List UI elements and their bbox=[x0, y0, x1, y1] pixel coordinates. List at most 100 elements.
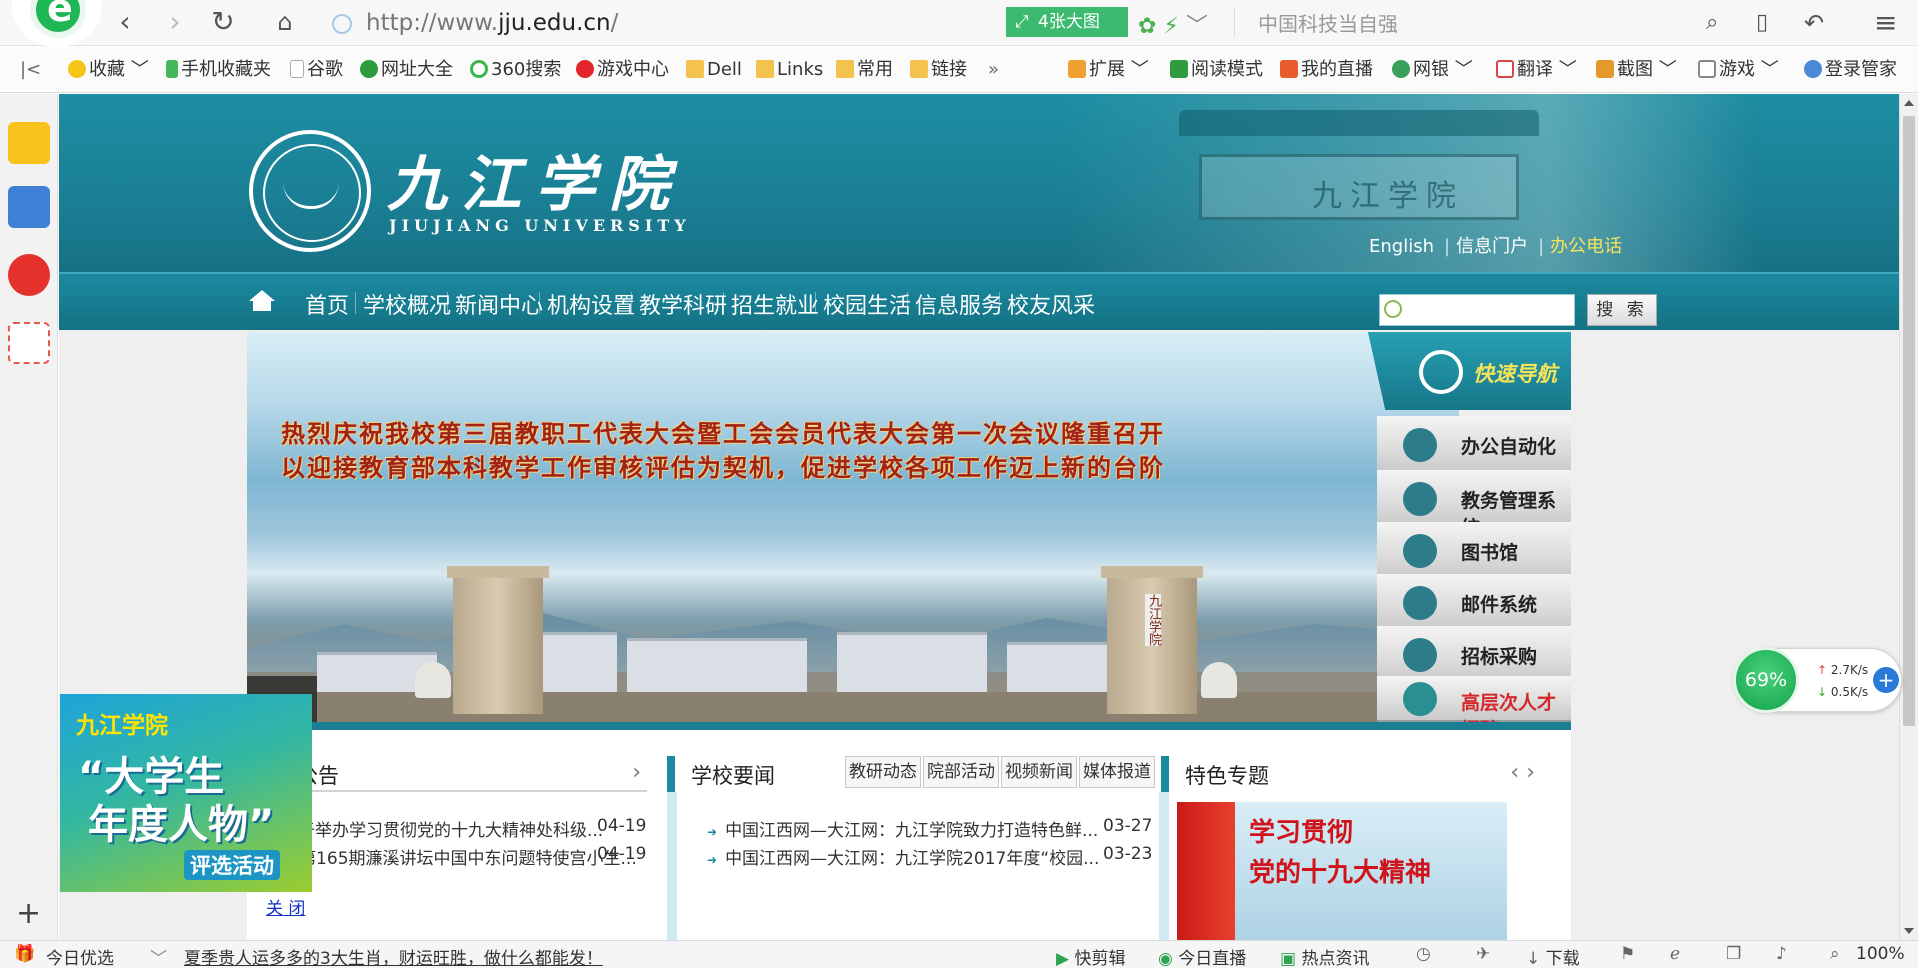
tab-department-activity[interactable]: 院部活动 bbox=[923, 756, 999, 788]
fav-google[interactable]: 谷歌 bbox=[290, 57, 343, 83]
home-icon[interactable]: ⌂ bbox=[268, 6, 302, 40]
today-pick-label[interactable]: 今日优选 bbox=[46, 944, 114, 968]
browser-search-input[interactable]: 中国科技当自强 bbox=[1258, 8, 1398, 37]
nav-research[interactable]: 教学科研 bbox=[639, 288, 727, 320]
ext-login-manager[interactable]: 登录管家 bbox=[1804, 57, 1897, 83]
add-sidebar-icon[interactable]: + bbox=[16, 896, 41, 931]
user-gear-icon bbox=[1403, 482, 1437, 516]
sound-icon[interactable]: ♪ bbox=[1776, 944, 1787, 964]
undo-icon[interactable]: ↶ bbox=[1804, 6, 1824, 40]
fav-collect[interactable]: 收藏 ﹀ bbox=[68, 57, 149, 83]
school-news-item-2[interactable]: ➜ 中国江西网—大江网：九江学院2017年度“校园... bbox=[707, 844, 1099, 869]
ext-screenshot[interactable]: 截图 ﹀ bbox=[1596, 57, 1677, 83]
quick-nav-library[interactable]: 图书馆 bbox=[1377, 522, 1571, 580]
chevron-down-icon[interactable]: ﹀ bbox=[150, 944, 167, 968]
more-favorites-icon[interactable]: » bbox=[988, 57, 999, 83]
weibo-icon[interactable] bbox=[8, 254, 50, 296]
quick-nav-talent-recruit[interactable]: 高层次人才招聘 bbox=[1377, 676, 1571, 741]
site-search-button[interactable]: 搜 索 bbox=[1587, 294, 1657, 326]
feature-topic-image[interactable]: 学习贯彻 党的十九大精神 bbox=[1177, 802, 1507, 940]
fav-link[interactable]: 链接 bbox=[910, 57, 967, 83]
nav-news-center[interactable]: 新闻中心 bbox=[455, 288, 543, 320]
360-icon bbox=[470, 60, 488, 78]
download-button[interactable]: ↓ 下载 bbox=[1526, 944, 1580, 968]
scroll-up-icon[interactable] bbox=[1904, 100, 1914, 106]
quick-nav-academic-system[interactable]: 教务管理系统 bbox=[1377, 470, 1571, 539]
nav-alumni[interactable]: 校友风采 bbox=[1007, 288, 1095, 320]
address-extra-icons[interactable]: ✿ ⚡ ﹀ bbox=[1138, 8, 1208, 40]
back-icon[interactable]: ‹ bbox=[108, 6, 142, 40]
feature-nav-arrows[interactable]: ‹ › bbox=[1510, 760, 1535, 785]
collapse-sidebar-icon[interactable]: |< bbox=[20, 57, 41, 83]
tab-video-news[interactable]: 视频新闻 bbox=[1001, 756, 1077, 788]
browser-logo-icon[interactable] bbox=[12, 0, 102, 46]
english-link[interactable]: English bbox=[1369, 236, 1434, 257]
notice-item-2[interactable]: ➜第165期濂溪讲坛中国中东问题特使宫小生... bbox=[281, 844, 637, 869]
speed-boost-icon[interactable]: + bbox=[1873, 667, 1899, 693]
speed-up-icon[interactable]: ◷ bbox=[1416, 944, 1431, 964]
scroll-thumb[interactable] bbox=[1903, 116, 1915, 726]
ext-extensions[interactable]: 扩展 ﹀ bbox=[1068, 57, 1149, 83]
flag-icon[interactable]: ⚑ bbox=[1620, 944, 1635, 964]
url-text[interactable]: http://www.jju.edu.cn/ bbox=[366, 10, 618, 36]
favorites-star-icon[interactable] bbox=[8, 122, 50, 164]
quick-cut-button[interactable]: ▶ 快剪辑 bbox=[1056, 944, 1125, 968]
search-icon[interactable]: ⌕ bbox=[1706, 6, 1718, 40]
fav-360-search[interactable]: 360搜索 bbox=[470, 57, 561, 83]
tab-media-report[interactable]: 媒体报道 bbox=[1079, 756, 1155, 788]
reload-icon[interactable]: ↻ bbox=[206, 6, 240, 40]
news-panel-icon[interactable] bbox=[8, 186, 50, 228]
nav-campus-life[interactable]: 校园生活 bbox=[823, 288, 911, 320]
ie-icon[interactable]: ℯ bbox=[1670, 944, 1680, 964]
home-icon[interactable] bbox=[249, 290, 275, 312]
fav-mobile[interactable]: 手机收藏夹 bbox=[166, 57, 271, 83]
nav-info-service[interactable]: 信息服务 bbox=[915, 288, 1003, 320]
school-news-item-1[interactable]: ➜ 中国江西网—大江网：九江学院致力打造特色鲜... bbox=[707, 816, 1098, 841]
pin-icon[interactable]: ✈ bbox=[1476, 944, 1490, 964]
mail-icon[interactable] bbox=[8, 322, 50, 364]
status-headline-link[interactable]: 夏季贵人运多多的3大生肖，财运旺胜，做什么都能发！ bbox=[184, 944, 603, 968]
quick-nav-header: 快速导航 bbox=[1367, 332, 1571, 410]
ext-games[interactable]: 游戏 ﹀ bbox=[1698, 57, 1779, 83]
zoom-icon[interactable]: ⌕ bbox=[1830, 944, 1840, 964]
nav-admission[interactable]: 招生就业 bbox=[731, 288, 819, 320]
window-icon[interactable]: ❐ bbox=[1726, 944, 1741, 964]
speed-widget[interactable]: 69% ↑ 2.7K/s ↓ 0.5K/s + bbox=[1733, 647, 1902, 713]
info-portal-link[interactable]: 信息门户 bbox=[1456, 236, 1528, 257]
big-picture-button[interactable]: ⤢ 4张大图 bbox=[1006, 7, 1128, 37]
nav-about[interactable]: 学校概况 bbox=[363, 288, 451, 320]
site-search-input[interactable] bbox=[1379, 294, 1575, 326]
phone-icon[interactable]: ▯ bbox=[1756, 6, 1768, 40]
fav-common[interactable]: 常用 bbox=[836, 57, 893, 83]
notice-more-icon[interactable]: › bbox=[632, 760, 641, 785]
ext-online-bank[interactable]: 网银 ﹀ bbox=[1392, 57, 1473, 83]
university-name-cn[interactable]: 九江学院 bbox=[387, 136, 683, 223]
live-button[interactable]: ◉ 今日直播 bbox=[1158, 944, 1246, 968]
tab-research-news[interactable]: 教研动态 bbox=[845, 756, 921, 788]
hero-banner[interactable]: 九江学院 热烈庆祝我校第三届教职工代表大会暨工会会员代表大会第一次会议隆重召开 … bbox=[247, 332, 1459, 722]
ext-my-live[interactable]: 我的直播 bbox=[1280, 57, 1373, 83]
university-emblem-icon[interactable] bbox=[249, 130, 371, 252]
fav-game-center[interactable]: 游戏中心 bbox=[576, 57, 669, 83]
fav-links[interactable]: Links bbox=[756, 57, 823, 83]
menu-icon[interactable]: ≡ bbox=[1874, 6, 1897, 40]
memory-percent[interactable]: 69% bbox=[1733, 647, 1799, 713]
quick-nav-mail[interactable]: 邮件系统 bbox=[1377, 574, 1571, 632]
forward-icon[interactable]: › bbox=[158, 6, 192, 40]
fav-url-hub[interactable]: 网址大全 bbox=[360, 57, 453, 83]
nav-home[interactable]: 首页 bbox=[305, 288, 349, 320]
fav-dell[interactable]: Dell bbox=[686, 57, 742, 83]
nav-divider bbox=[815, 292, 816, 314]
quick-nav-office-automation[interactable]: 办公自动化 bbox=[1377, 416, 1571, 474]
hot-news-button[interactable]: ▣ 热点资讯 bbox=[1280, 944, 1369, 968]
page-scrollbar[interactable] bbox=[1899, 94, 1918, 940]
notice-item-1[interactable]: 关于举办学习贯彻党的十九大精神处科级... bbox=[281, 816, 603, 841]
floating-popup-ad[interactable]: 九江学院 “大学生 年度人物” 评选活动 bbox=[60, 694, 312, 892]
office-phone-link[interactable]: 办公电话 bbox=[1550, 236, 1622, 257]
zoom-level[interactable]: 100% bbox=[1856, 944, 1905, 964]
ext-translate[interactable]: 翻译 ﹀ bbox=[1496, 57, 1577, 83]
nav-departments[interactable]: 机构设置 bbox=[547, 288, 635, 320]
ext-reading-mode[interactable]: 阅读模式 bbox=[1170, 57, 1263, 83]
popup-close-link[interactable]: 关 闭 bbox=[266, 894, 305, 919]
scroll-down-icon[interactable] bbox=[1904, 928, 1914, 934]
